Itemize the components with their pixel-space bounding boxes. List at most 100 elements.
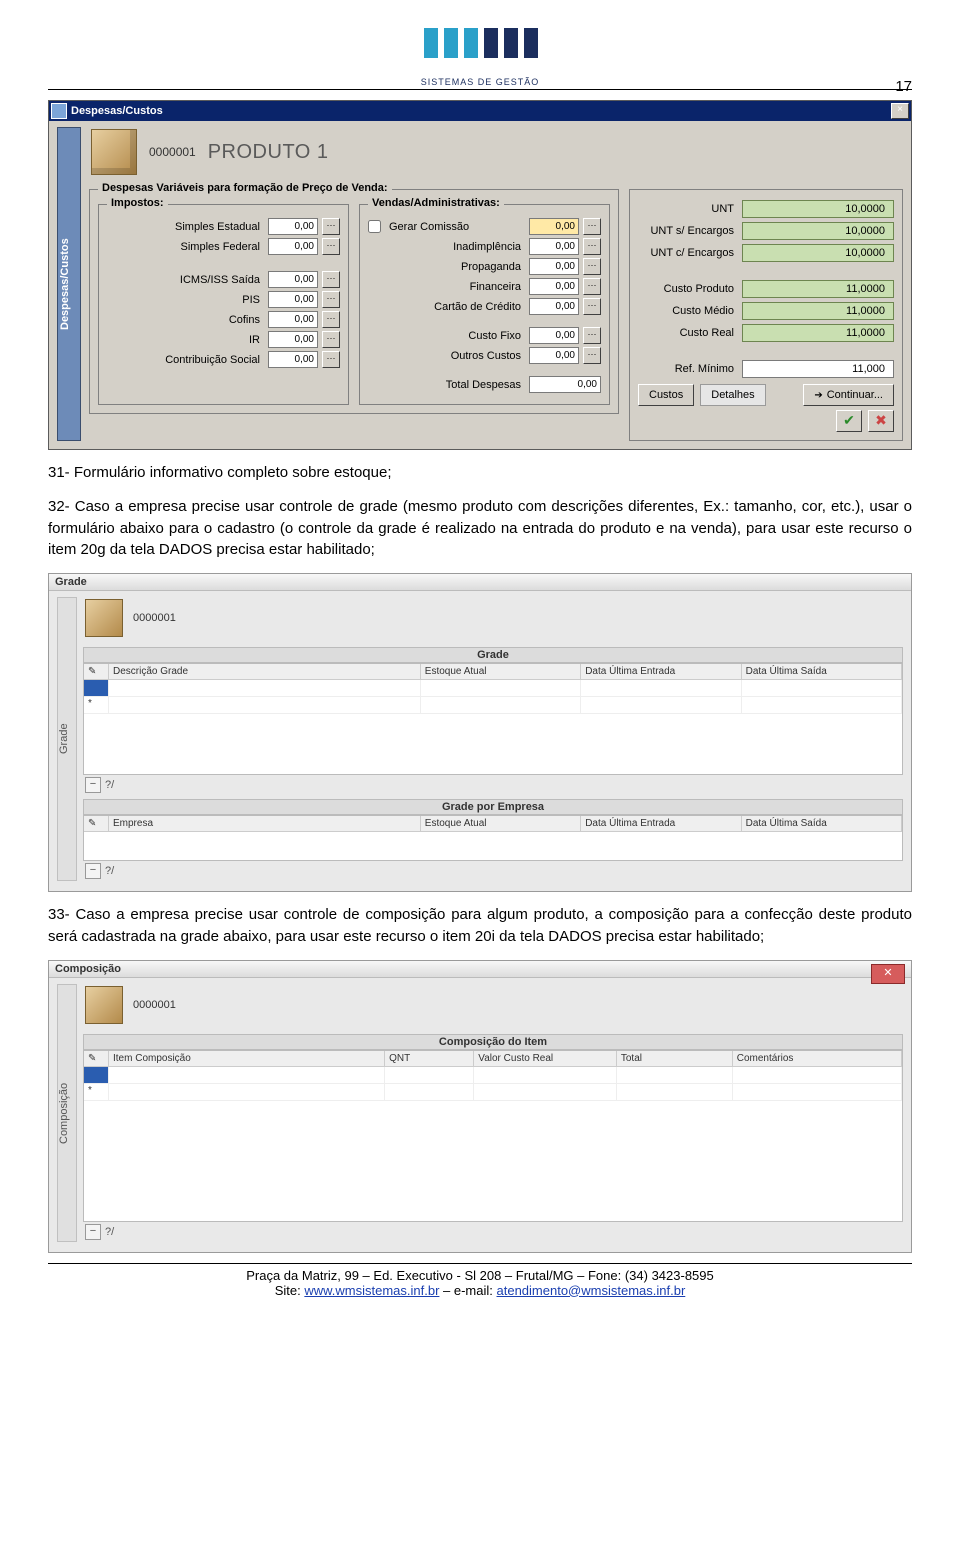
vertical-tab-despesas[interactable]: Despesas/Custos [57,127,81,441]
col-ult-saida: Data Última Saída [742,664,902,679]
checkbox-gerar-comissao[interactable] [368,220,381,233]
input-cofins[interactable]: 0,00 [268,311,318,328]
input-custo-fixo[interactable]: 0,00 [529,327,579,344]
continuar-button[interactable]: ➔Continuar... [803,384,894,406]
table-row[interactable] [84,680,902,697]
row-financeira: Financeira0,00··· [368,278,601,295]
input-ir[interactable]: 0,00 [268,331,318,348]
lookup-button[interactable]: ··· [322,291,340,308]
col-item: Item Composição [109,1051,385,1066]
col-ult-entrada: Data Última Entrada [581,664,741,679]
grid-title-composicao: Composição do Item [83,1034,903,1050]
label: Propaganda [368,261,525,273]
row-outros-custos: Outros Custos0,00··· [368,347,601,364]
lookup-button[interactable]: ··· [583,218,601,235]
input-gerar-comissao[interactable]: 0,00 [529,218,579,235]
label: UNT c/ Encargos [638,247,734,259]
input-outros-custos[interactable]: 0,00 [529,347,579,364]
product-code: 0000001 [133,612,176,624]
label: Cartão de Crédito [368,301,525,313]
table-row[interactable] [84,1067,902,1084]
footer-email-link[interactable]: atendimento@wmsistemas.inf.br [497,1283,686,1298]
input-cartao-credito[interactable]: 0,00 [529,298,579,315]
col-estoque: Estoque Atual [421,664,581,679]
cancel-button[interactable]: ✖ [868,410,894,432]
lookup-button[interactable]: ··· [583,238,601,255]
lookup-button[interactable]: ··· [583,278,601,295]
logo-subtitle: SISTEMAS DE GESTÃO [48,77,912,87]
input-icms-iss[interactable]: 0,00 [268,271,318,288]
input-contrib-social[interactable]: 0,00 [268,351,318,368]
input-simples-estadual[interactable]: 0,00 [268,218,318,235]
lookup-button[interactable]: ··· [322,218,340,235]
footer-line1: Praça da Matriz, 99 – Ed. Executivo - Sl… [48,1268,912,1283]
input-propaganda[interactable]: 0,00 [529,258,579,275]
lookup-button[interactable]: ··· [583,298,601,315]
header-divider [48,89,912,90]
col-ult-entrada: Data Última Entrada [581,816,741,831]
tab-detalhes[interactable]: Detalhes [700,384,765,406]
group-vendas-adm: Vendas/Administrativas: Gerar Comissão 0… [359,204,610,405]
input-simples-federal[interactable]: 0,00 [268,238,318,255]
product-header: 0000001 [83,984,903,1030]
tab-custos[interactable]: Custos [638,384,694,406]
window-composicao: Composição ✕ Composição 0000001 Composiç… [48,960,912,1253]
delete-row-button[interactable]: − [85,863,101,879]
grid-grade-empresa[interactable]: ✎ Empresa Estoque Atual Data Última Entr… [83,815,903,861]
row-simples-federal: Simples Federal0,00··· [107,238,340,255]
close-icon[interactable]: ✕ [871,964,905,984]
label: IR [107,334,264,346]
footer-line2: Site: www.wmsistemas.inf.br – e-mail: at… [48,1283,912,1298]
row-gerar-comissao: Gerar Comissão 0,00··· [368,218,601,235]
lookup-button[interactable]: ··· [322,238,340,255]
readout-custo-medio: Custo Médio11,0000 [638,302,894,320]
input-inadimplencia[interactable]: 0,00 [529,238,579,255]
window-title: Despesas/Custos [71,105,891,117]
grid-title-grade: Grade [83,647,903,663]
delete-row-button[interactable]: − [85,777,101,793]
table-row[interactable]: * [84,1084,902,1101]
footer-site-link[interactable]: www.wmsistemas.inf.br [304,1283,439,1298]
delete-row-button[interactable]: − [85,1224,101,1240]
confirm-button[interactable]: ✔ [836,410,862,432]
input-financeira[interactable]: 0,00 [529,278,579,295]
product-icon [85,986,123,1024]
col-custo-real: Valor Custo Real [474,1051,617,1066]
group-legend-vendas: Vendas/Administrativas: [368,197,504,209]
vertical-tab-grade[interactable]: Grade [57,597,77,881]
value: 10,0000 [742,200,894,218]
label: Total Despesas [368,379,525,391]
close-icon[interactable]: × [891,103,909,119]
label: UNT s/ Encargos [638,225,734,237]
vertical-tab-composicao[interactable]: Composição [57,984,77,1242]
lookup-button[interactable]: ··· [583,347,601,364]
product-icon [85,599,123,637]
lookup-button[interactable]: ··· [322,351,340,368]
readout-unt-c-encargos: UNT c/ Encargos10,0000 [638,244,894,262]
label: Custo Fixo [368,330,525,342]
value: 11,0000 [742,324,894,342]
col-comentarios: Comentários [733,1051,902,1066]
col-total: Total [617,1051,733,1066]
col-estoque: Estoque Atual [421,816,581,831]
rowmarker-col: ✎ [84,1051,109,1066]
rowcount: ?/ [105,1226,114,1238]
table-row[interactable]: * [84,697,902,714]
lookup-button[interactable]: ··· [583,327,601,344]
lookup-button[interactable]: ··· [322,271,340,288]
lookup-button[interactable]: ··· [322,331,340,348]
grid-composicao[interactable]: ✎ Item Composição QNT Valor Custo Real T… [83,1050,903,1222]
readout-unt: UNT10,0000 [638,200,894,218]
grid-grade[interactable]: ✎ Descrição Grade Estoque Atual Data Últ… [83,663,903,775]
lookup-button[interactable]: ··· [322,311,340,328]
lookup-button[interactable]: ··· [583,258,601,275]
input-pis[interactable]: 0,00 [268,291,318,308]
rowcount: ?/ [105,779,114,791]
col-descricao: Descrição Grade [109,664,421,679]
row-total: Total Despesas0,00 [368,376,601,393]
grid-footer: −?/ [83,861,903,881]
grid-title-grade-empresa: Grade por Empresa [83,799,903,815]
group-legend: Despesas Variáveis para formação de Preç… [98,182,392,194]
readout-custo-real: Custo Real11,0000 [638,324,894,342]
paragraph-31: 31- Formulário informativo completo sobr… [48,462,912,484]
